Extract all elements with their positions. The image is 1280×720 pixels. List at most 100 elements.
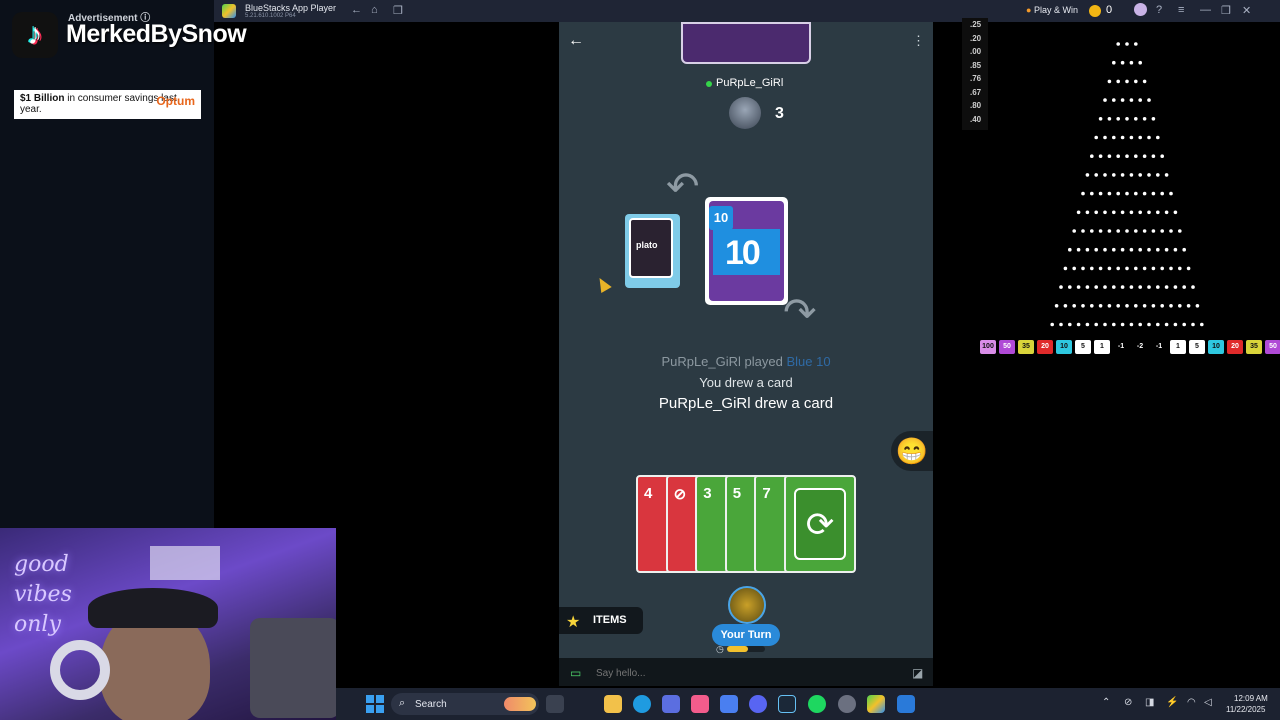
wifi-icon[interactable]: ◠ [1187,697,1196,708]
minimize-icon[interactable]: — [1200,4,1211,16]
plinko-peg [1107,304,1112,308]
plinko-peg [1151,304,1156,308]
plinko-peg [1125,42,1129,46]
chat-icon[interactable]: ▭ [570,666,581,680]
plinko-peg [1120,210,1125,215]
task-view-icon[interactable] [546,695,564,713]
plinko-peg [1164,322,1169,327]
tray-app-icon-2[interactable]: ◨ [1145,697,1154,708]
plinko-bucket: 100 [980,340,996,354]
pinned-app-icon[interactable] [691,695,709,713]
back-arrow-icon[interactable]: ← [568,32,584,50]
back-icon[interactable]: ← [351,4,362,16]
plinko-peg [1085,285,1090,289]
volume-icon[interactable]: ◁ [1204,697,1212,708]
plinko-peg [1098,117,1103,121]
close-icon[interactable]: ✕ [1242,4,1251,17]
edge-icon[interactable] [633,695,651,713]
plinko-peg [1142,266,1147,271]
plinko-peg [1054,304,1059,308]
plinko-peg [1164,247,1169,252]
bluestacks-logo-icon [222,4,236,18]
reverse-card-icon: ⟳ [794,488,846,560]
plinko-peg [1134,229,1138,233]
plinko-peg [1107,117,1112,121]
tray-app-icon[interactable]: ⊘ [1124,697,1132,708]
bluestacks-taskbar-icon[interactable] [867,695,885,713]
plinko-peg [1107,154,1112,158]
copilot-icon[interactable] [720,695,738,713]
plinko-peg [1134,117,1138,121]
plinko-peg [1098,154,1103,158]
plinko-peg [1182,285,1186,289]
plinko-peg [1107,229,1112,233]
plinko-peg [1169,229,1173,233]
plinko-peg [1103,173,1107,177]
plinko-peg [1156,285,1160,289]
plinko-peg [1186,304,1191,308]
taskbar-time[interactable]: 12:09 AM [1234,694,1268,703]
pinned-app-icon-2[interactable] [897,695,915,713]
opponent-avatar[interactable] [729,97,761,129]
spotify-icon[interactable] [808,695,826,713]
restore-icon[interactable]: ❐ [1221,4,1231,17]
plinko-peg [1072,229,1076,233]
menu-icon[interactable]: ≡ [1178,4,1184,16]
plinko-peg [1116,229,1120,233]
player-avatar[interactable] [728,586,766,624]
profile-avatar[interactable] [1134,3,1147,16]
obs-icon[interactable] [838,695,856,713]
plinko-peg [1147,135,1151,140]
plinko-bucket: -1 [1113,340,1129,354]
plinko-peg [1138,285,1142,289]
plinko-peg [1138,98,1142,102]
plinko-peg [1120,98,1125,102]
plinko-peg [1164,173,1169,177]
plinko-peg [1090,266,1094,271]
plinko-peg [1094,322,1098,327]
store-icon[interactable] [662,695,680,713]
ad-brand-logo: Optum [156,94,195,108]
plinko-peg [1107,191,1112,196]
tray-overflow-icon[interactable]: ⌃ [1102,697,1110,708]
plinko-peg [1068,247,1072,252]
home-icon[interactable]: ⌂ [371,4,378,16]
file-explorer-icon[interactable] [604,695,622,713]
chat-input[interactable] [594,663,898,683]
windows-start-icon[interactable] [366,695,384,713]
taskbar-date[interactable]: 11/22/2025 [1226,705,1265,714]
ad-banner[interactable]: $1 Billion in consumer savings last year… [14,90,201,119]
your-turn-badge: Your Turn [712,624,780,646]
plinko-peg [1068,322,1072,327]
plinko-peg [1151,154,1156,158]
plinko-bucket: 35 [1018,340,1034,354]
play-win-button[interactable]: ● Play & Win [1026,5,1078,15]
plinko-peg [1076,285,1081,289]
plinko-peg [1156,135,1160,140]
plinko-peg [1156,210,1160,215]
coin-count: 0 [1106,4,1113,16]
plinko-peg [1125,79,1129,84]
plinko-peg [1120,322,1125,327]
plinko-peg [1164,210,1169,215]
multi-window-icon[interactable]: ❐ [393,4,403,17]
more-options-icon[interactable]: ⋮ [912,33,925,49]
plinko-peg [1178,266,1182,271]
help-icon[interactable]: ? [1156,4,1162,16]
opponent-card-count: 3 [775,105,784,122]
plinko-bucket: 35 [1246,340,1262,354]
discord-icon[interactable] [749,695,767,713]
tray-app-icon-3[interactable]: ⚡ [1166,697,1178,708]
plinko-peg [1129,60,1134,65]
items-label: ITEMS [593,614,627,626]
plinko-peg [1081,229,1085,233]
plinko-peg [1200,322,1204,327]
emoji-button[interactable]: 😁 [891,431,933,471]
steam-icon[interactable] [778,695,796,713]
discard-card-corner: 10 [709,206,733,230]
plinko-peg [1147,322,1151,327]
plinko-bucket: 10 [1056,340,1072,354]
plinko-peg [1160,304,1164,308]
sticker-icon[interactable]: ◪ [912,666,923,680]
plinko-peg [1085,322,1090,327]
